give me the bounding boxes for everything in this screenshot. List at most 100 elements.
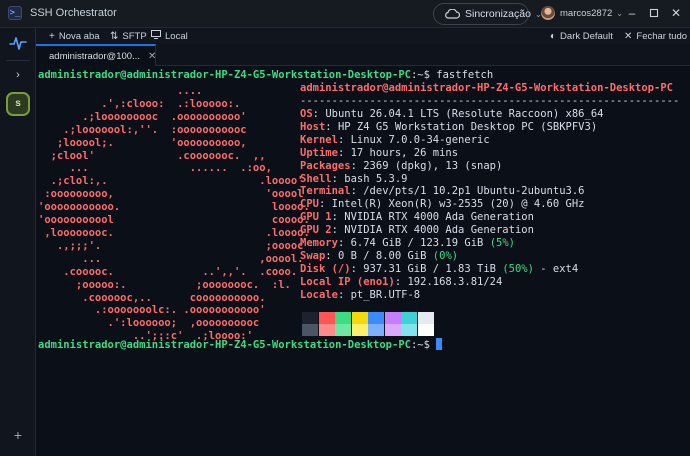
logo-line: :ooooooooo, 'ooool xyxy=(38,188,304,201)
info-key: Terminal xyxy=(300,185,351,198)
contrast-icon: ◐ xyxy=(550,30,557,42)
color-swatch xyxy=(302,312,318,324)
info-row: Disk (/): 937.31 GiB / 1.83 TiB (50%) - … xyxy=(300,262,579,275)
maximize-button[interactable] xyxy=(646,5,662,21)
close-tab-icon[interactable]: ✕ xyxy=(148,51,156,62)
info-row: Shell: bash 5.3.9 xyxy=(300,172,408,185)
prompt-line-current: administrador@administrador-HP-Z4-G5-Wor… xyxy=(38,338,443,352)
info-value: NVIDIA RTX 4000 Ada Generation xyxy=(344,211,534,224)
info-key: Swap xyxy=(300,249,326,262)
tab-session[interactable]: administrador@100... ✕ xyxy=(36,44,156,66)
sftp-label: SFTP xyxy=(122,30,147,42)
prompt-user: administrador@administrador-HP-Z4-G5-Wor… xyxy=(38,339,411,351)
info-value: bash 5.3.9 xyxy=(344,172,408,185)
info-value: 2369 (dpkg), 13 (snap) xyxy=(363,159,503,172)
user-name: marcos2872 xyxy=(560,7,613,19)
logo-line: ,loooooooc. .loooo. xyxy=(38,226,310,239)
usage-percent: (50%) xyxy=(502,262,534,275)
logo-line: .;clol:,. .loooo' xyxy=(38,175,304,188)
info-key: Local IP (eno1) xyxy=(300,275,395,288)
info-key: Packages xyxy=(300,159,351,172)
sync-dropdown[interactable]: Sincronização ⌄ xyxy=(433,3,542,25)
ascii-logo: .... .',:clooo: .:looooo:. .;looooooooc … xyxy=(38,85,310,343)
color-swatch xyxy=(417,312,434,324)
close-all-label: Fechar tudo xyxy=(636,30,688,42)
sftp-button[interactable]: ⇅ SFTP xyxy=(110,29,147,43)
info-value: 17 hours, 26 mins xyxy=(350,146,459,159)
toolbar: + Nova aba ⇅ SFTP Local ◐ Dark Default ✕… xyxy=(36,28,690,44)
color-swatch xyxy=(368,324,384,336)
color-swatch xyxy=(417,324,434,336)
theme-selector[interactable]: ◐ Dark Default xyxy=(550,29,613,43)
logo-line: ;clool' .cooooooc. ,, xyxy=(38,149,266,162)
avatar xyxy=(541,6,555,20)
info-value: Intel(R) Xeon(R) w3-2535 (20) @ 4.60 GHz xyxy=(331,198,585,211)
color-swatch xyxy=(318,324,335,336)
logo-line: .coooooc,.. coooooooooo. xyxy=(38,291,266,304)
logo-line: 'ooooooooool coooo. xyxy=(38,214,310,227)
info-value: 937.31 GiB / 1.83 TiB xyxy=(363,262,496,275)
activity-icon[interactable] xyxy=(9,34,27,52)
info-value: Linux 7.0.0-34-generic xyxy=(350,133,490,146)
terminal-app-icon: >_ xyxy=(8,6,22,20)
sync-label: Sincronização xyxy=(465,8,531,20)
prompt-user: administrador@administrador-HP-Z4-G5-Wor… xyxy=(38,69,411,81)
prompt-line: administrador@administrador-HP-Z4-G5-Wor… xyxy=(38,69,493,82)
logo-line: ... ,ooool. xyxy=(38,252,304,265)
info-row: GPU 1: NVIDIA RTX 4000 Ada Generation xyxy=(300,211,534,224)
app-title: SSH Orchestrator xyxy=(30,7,117,19)
info-key: Kernel xyxy=(300,133,338,146)
terminal-cursor xyxy=(436,338,443,350)
close-window-button[interactable]: ✕ xyxy=(668,5,684,21)
info-key: OS xyxy=(300,108,313,120)
logo-line: .':loooooo; ,oooooooooc xyxy=(38,317,260,330)
info-key: Host xyxy=(300,120,326,133)
minimize-button[interactable]: – xyxy=(624,5,640,21)
logo-line: .;looooool:,''. :ooooooooooc xyxy=(38,123,247,136)
info-row: GPU 2: NVIDIA RTX 4000 Ada Generation xyxy=(300,224,534,237)
info-value: /dev/pts/1 10.2p1 Ubuntu-2ubuntu3.6 xyxy=(363,185,585,198)
transfer-icon: ⇅ xyxy=(110,30,119,42)
fetch-header-text: administrador@administrador-HP-Z4-G5-Wor… xyxy=(300,82,673,94)
logo-line: ;looool;. 'oooooooooo, xyxy=(38,136,247,149)
add-session-button[interactable]: + xyxy=(11,428,25,442)
prompt-separator: :~$ xyxy=(410,339,430,351)
session-avatar[interactable]: s xyxy=(6,92,30,116)
color-swatch xyxy=(351,312,368,324)
info-key: CPU xyxy=(300,198,319,211)
logo-line: 'ooooooooooo. loooo. xyxy=(38,201,310,214)
fetch-header: administrador@administrador-HP-Z4-G5-Wor… xyxy=(300,82,673,95)
new-tab-button[interactable]: + Nova aba xyxy=(49,29,100,43)
info-value: 0 B / 8.00 GiB xyxy=(337,249,427,262)
info-row: Host: HP Z4 G5 Workstation Desktop PC (S… xyxy=(300,120,598,133)
logo-line: .,;;;'. ;ooooc xyxy=(38,239,304,252)
user-menu[interactable]: marcos2872 ⌄ xyxy=(541,6,623,20)
info-row: Locale: pt_BR.UTF-8 xyxy=(300,288,421,301)
local-terminal-button[interactable]: Local xyxy=(151,29,188,43)
fetch-divider: ----------------------------------------… xyxy=(300,95,680,107)
info-value: NVIDIA RTX 4000 Ada Generation xyxy=(344,224,534,237)
terminal[interactable]: administrador@administrador-HP-Z4-G5-Wor… xyxy=(36,66,690,456)
info-key: GPU 2 xyxy=(300,224,332,237)
cloud-icon xyxy=(444,9,460,19)
close-all-button[interactable]: ✕ Fechar tudo xyxy=(624,29,687,43)
info-row: Packages: 2369 (dpkg), 13 (snap) xyxy=(300,159,503,172)
color-swatch xyxy=(335,324,351,336)
color-swatch xyxy=(351,324,368,336)
logo-line: .... xyxy=(38,85,203,97)
color-swatch xyxy=(302,324,318,336)
color-swatch xyxy=(368,312,384,324)
local-label: Local xyxy=(165,30,188,42)
info-row: Uptime: 17 hours, 26 mins xyxy=(300,146,459,159)
info-row: Local IP (eno1): 192.168.3.81/24 xyxy=(300,275,503,288)
chevron-right-icon[interactable]: › xyxy=(11,68,25,82)
rail-divider xyxy=(6,60,30,61)
info-row: Swap: 0 B / 8.00 GiB (0%) xyxy=(300,249,459,262)
prompt-separator: :~$ xyxy=(410,69,430,81)
monitor-icon xyxy=(151,30,161,42)
logo-line: .cooooc. ..',,'. .cooo. xyxy=(38,265,298,278)
color-swatch xyxy=(384,312,401,324)
logo-line: ;ooooo:. ;oooooooc. :l. xyxy=(38,278,291,291)
command-text: fastfetch xyxy=(436,69,494,81)
color-swatch xyxy=(318,312,335,324)
